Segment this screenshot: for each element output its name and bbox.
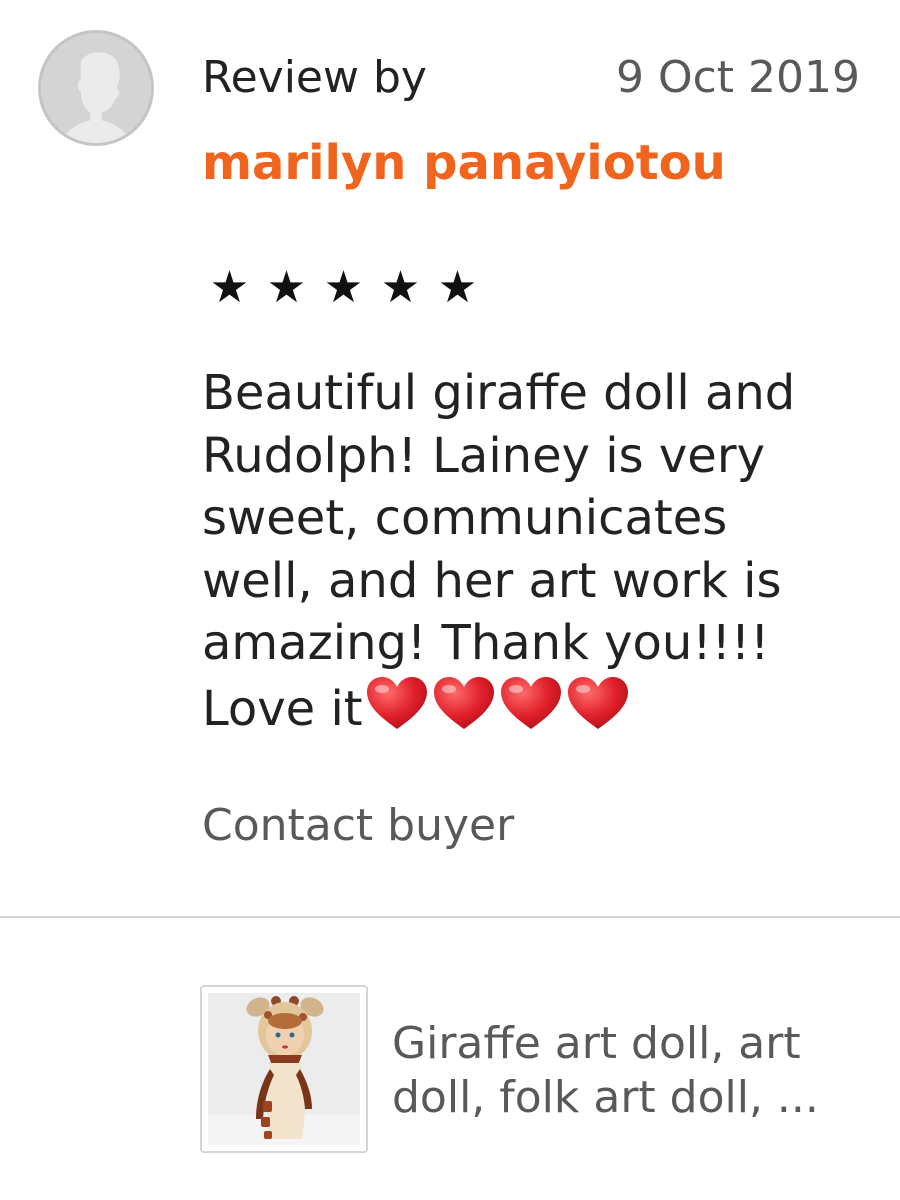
listing-title-line: doll, folk art doll, ...: [392, 1072, 819, 1123]
star-icon: ★: [266, 262, 307, 313]
listing-title-line: Giraffe art doll, art: [392, 1018, 801, 1069]
star-icon: ★: [437, 262, 478, 313]
star-icon: ★: [380, 262, 421, 313]
review-text: Beautiful giraffe doll and Rudolph! Lain…: [202, 362, 872, 741]
star-icon: ★: [323, 262, 364, 313]
review-text-line: amazing! Thank you!!!!: [202, 615, 770, 672]
star-icon: ★: [209, 262, 250, 313]
heart-icon: [432, 675, 496, 731]
review-text-line: Love it: [202, 680, 363, 737]
listing-card[interactable]: Giraffe art doll, art doll, folk art dol…: [200, 985, 870, 1155]
listing-thumbnail[interactable]: [200, 985, 368, 1153]
reviewer-avatar[interactable]: [38, 30, 154, 146]
review-text-line: Beautiful giraffe doll and: [202, 365, 796, 421]
heart-icon: [365, 675, 429, 731]
reviewer-name-link[interactable]: marilyn panayiotou: [202, 132, 726, 194]
default-user-icon: [41, 33, 151, 143]
review-text-last-line: Love it: [202, 675, 872, 741]
star-rating: ★ ★ ★ ★ ★: [205, 262, 482, 314]
review-date: 9 Oct 2019: [615, 52, 860, 103]
review-text-line: sweet, communicates: [202, 490, 728, 547]
heart-icon: [566, 675, 630, 731]
hearts-group: [365, 675, 633, 731]
contact-buyer-link[interactable]: Contact buyer: [202, 798, 514, 854]
section-divider: [0, 916, 900, 918]
giraffe-doll-thumbnail: [208, 993, 360, 1145]
review-text-line: Rudolph! Lainey is very: [202, 427, 765, 484]
review-by-label: Review by: [202, 52, 427, 103]
review-page: Review by 9 Oct 2019 marilyn panayiotou …: [0, 0, 900, 1200]
listing-title[interactable]: Giraffe art doll, art doll, folk art dol…: [392, 1017, 862, 1125]
review-text-line: well, and her art work is: [202, 552, 782, 609]
heart-icon: [499, 675, 563, 731]
